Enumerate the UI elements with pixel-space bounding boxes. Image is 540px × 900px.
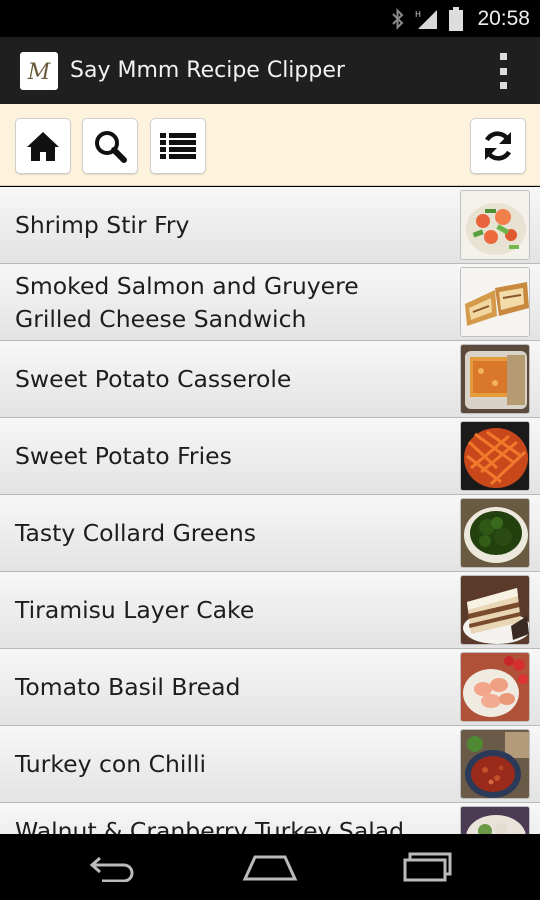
svg-text:H: H bbox=[415, 10, 421, 19]
recipe-row[interactable]: Tasty Collard Greens bbox=[0, 495, 540, 572]
collard-greens-photo bbox=[460, 498, 530, 568]
status-bar: H 20:58 bbox=[0, 0, 540, 37]
toolbar bbox=[0, 104, 540, 186]
app-logo-icon[interactable]: M bbox=[20, 51, 58, 90]
recipe-row[interactable]: Sweet Potato Casserole bbox=[0, 341, 540, 418]
recipe-title: Shrimp Stir Fry bbox=[15, 211, 190, 239]
recipe-title: Tasty Collard Greens bbox=[15, 519, 256, 547]
back-button[interactable] bbox=[83, 850, 143, 884]
recipe-row[interactable]: Smoked Salmon and Gruyere Grilled Cheese… bbox=[0, 264, 540, 341]
fries-photo bbox=[460, 421, 530, 491]
recipe-row[interactable]: Tiramisu Layer Cake bbox=[0, 572, 540, 649]
back-icon bbox=[89, 856, 134, 882]
recipe-title: Tomato Basil Bread bbox=[15, 673, 241, 701]
recipe-row[interactable]: Tomato Basil Bread bbox=[0, 649, 540, 726]
refresh-button[interactable] bbox=[470, 118, 526, 174]
recipe-title: Sweet Potato Casserole bbox=[15, 365, 292, 393]
home-nav-button[interactable] bbox=[240, 850, 300, 884]
recents-icon bbox=[403, 852, 452, 882]
recipe-row[interactable]: Walnut & Cranberry Turkey Salad bbox=[0, 803, 540, 834]
recipe-title: Smoked Salmon and Gruyere Grilled Cheese… bbox=[15, 271, 359, 333]
grilled-cheese-photo bbox=[460, 267, 530, 337]
recipe-list[interactable]: Shrimp Stir Fry Smoked Salmon and Gruyer… bbox=[0, 187, 540, 834]
bread-photo bbox=[460, 652, 530, 722]
refresh-icon bbox=[484, 131, 512, 161]
bluetooth-icon bbox=[391, 7, 405, 30]
list-icon bbox=[160, 133, 196, 159]
recipe-title: Walnut & Cranberry Turkey Salad bbox=[15, 817, 405, 834]
chili-photo bbox=[460, 729, 530, 799]
recipe-row[interactable]: Sweet Potato Fries bbox=[0, 418, 540, 495]
app-title: Say Mmm Recipe Clipper bbox=[70, 58, 345, 83]
navigation-bar bbox=[0, 834, 540, 900]
list-button[interactable] bbox=[150, 118, 206, 174]
search-button[interactable] bbox=[82, 118, 138, 174]
signal-icon: H bbox=[415, 8, 439, 30]
svg-text:M: M bbox=[27, 60, 51, 85]
home-button[interactable] bbox=[15, 118, 71, 174]
battery-icon bbox=[449, 6, 464, 31]
home-nav-icon bbox=[242, 855, 298, 881]
recipe-title: Tiramisu Layer Cake bbox=[15, 596, 255, 624]
recipe-row[interactable]: Turkey con Chilli bbox=[0, 726, 540, 803]
action-bar: M Say Mmm Recipe Clipper bbox=[0, 37, 540, 104]
shrimp-stir-fry-photo bbox=[460, 190, 530, 260]
overflow-menu-icon[interactable] bbox=[496, 53, 510, 89]
salad-photo bbox=[460, 806, 530, 834]
search-icon bbox=[95, 131, 127, 163]
recipe-title: Turkey con Chilli bbox=[15, 750, 207, 778]
status-time: 20:58 bbox=[477, 6, 530, 30]
casserole-photo bbox=[460, 344, 530, 414]
home-icon bbox=[27, 132, 59, 161]
cake-photo bbox=[460, 575, 530, 645]
recipe-row[interactable]: Shrimp Stir Fry bbox=[0, 187, 540, 264]
recents-button[interactable] bbox=[398, 850, 458, 884]
recipe-title: Sweet Potato Fries bbox=[15, 442, 232, 470]
